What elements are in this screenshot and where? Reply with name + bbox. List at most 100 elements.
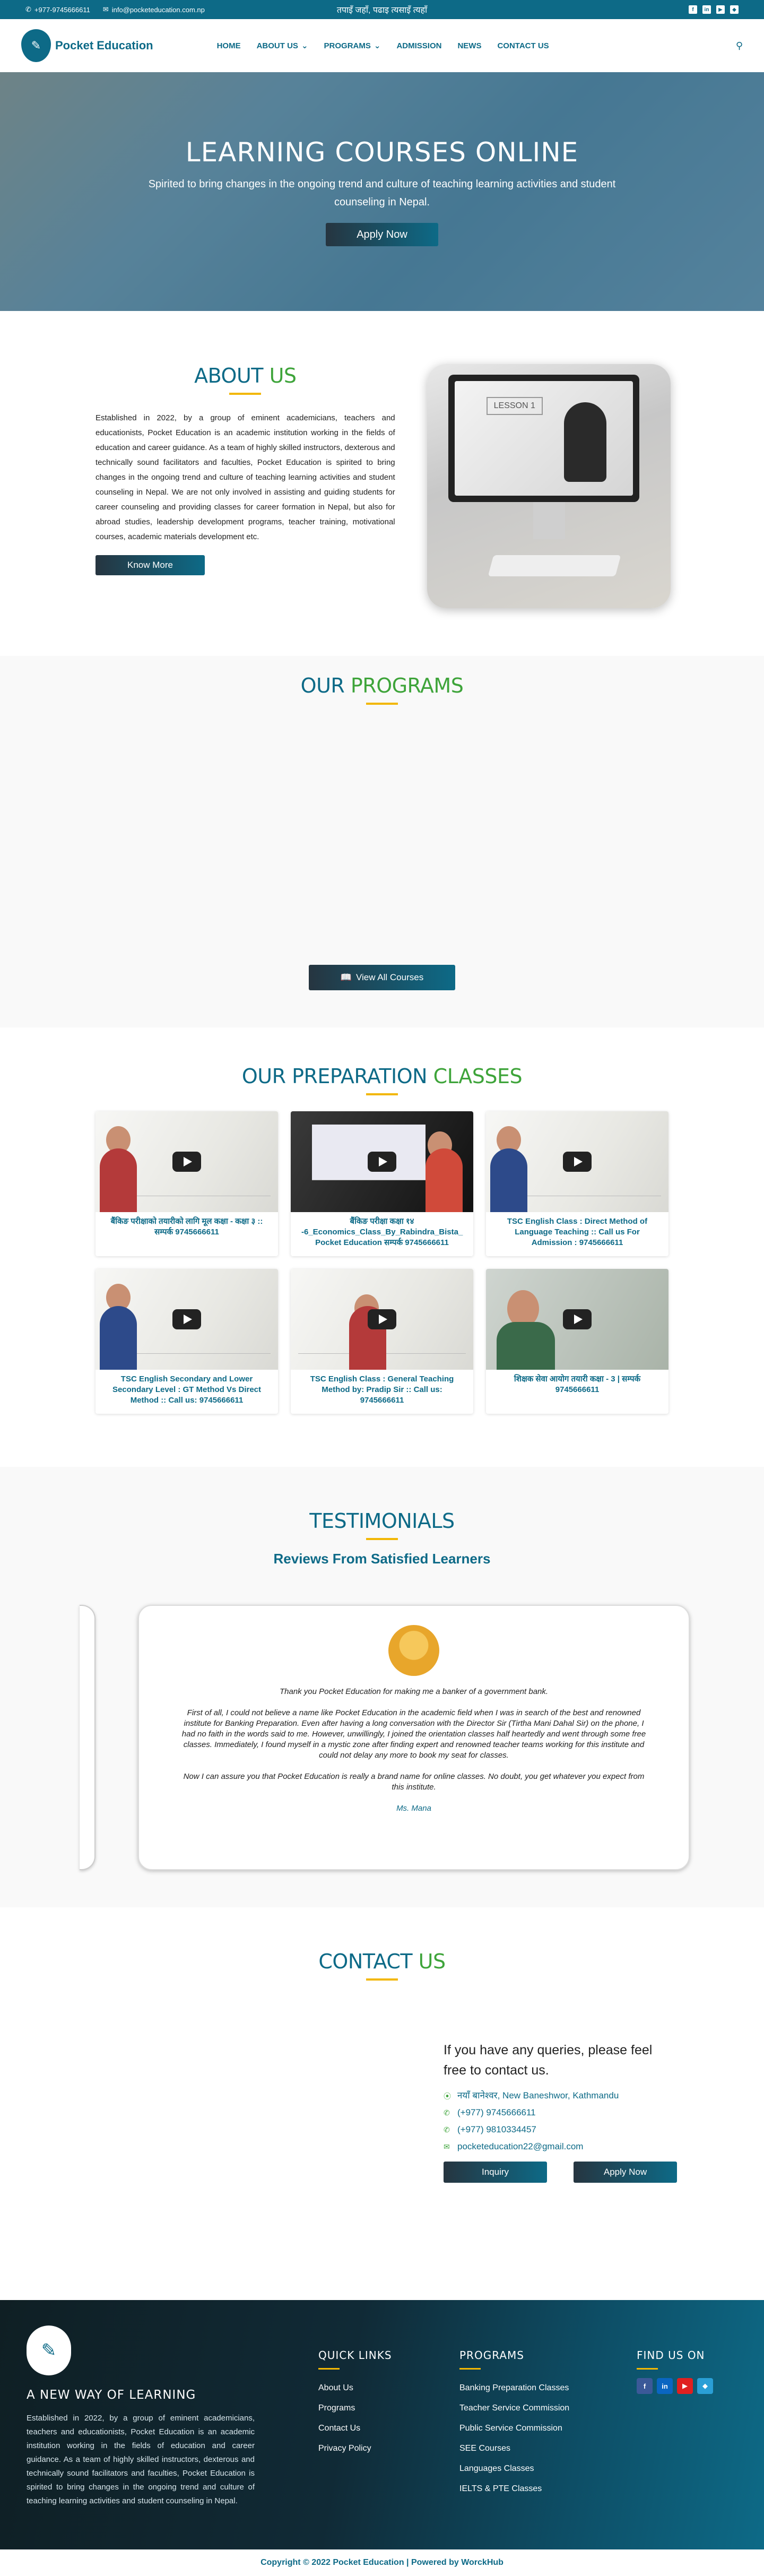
title-underline <box>366 1538 398 1540</box>
play-icon[interactable] <box>563 1309 592 1329</box>
play-icon[interactable] <box>368 1309 396 1329</box>
site-header: ✎ Pocket Education HOME ABOUT US ⌄ PROGRA… <box>0 19 764 72</box>
facebook-icon[interactable]: f <box>637 2378 653 2394</box>
logo-text: Pocket Education <box>55 39 153 52</box>
book-icon: 📖 <box>340 972 352 982</box>
video-title[interactable]: TSC English Class : General Teaching Met… <box>291 1370 473 1410</box>
footer-program-link[interactable]: SEE Courses <box>459 2439 569 2459</box>
location-icon: ⦿ <box>444 2091 451 2100</box>
footer-program-link[interactable]: Banking Preparation Classes <box>459 2378 569 2398</box>
footer-find-us: FIND US ON f in ▶ ◆ <box>637 2349 713 2394</box>
mail-icon: ✉ <box>444 2142 450 2151</box>
video-thumbnail[interactable] <box>96 1269 278 1370</box>
footer-program-link[interactable]: Languages Classes <box>459 2459 569 2479</box>
testimonials-title: TESTIMONIALS <box>309 1509 455 1533</box>
site-footer: ✎ A NEW WAY OF LEARNING Established in 2… <box>0 2300 764 2549</box>
linkedin-icon[interactable]: in <box>657 2378 673 2394</box>
video-title[interactable]: बैंकिङ परीक्षा कक्षा १४ -6_Economics_Cla… <box>291 1212 473 1252</box>
video-card[interactable]: TSC English Secondary and Lower Secondar… <box>96 1269 278 1414</box>
site-logo[interactable]: ✎ Pocket Education <box>21 29 153 62</box>
video-card[interactable]: TSC English Class : Direct Method of Lan… <box>486 1111 668 1256</box>
about-image: LESSON 1 <box>427 364 671 608</box>
linkedin-icon[interactable]: in <box>702 5 711 14</box>
avatar <box>388 1625 439 1676</box>
telegram-icon[interactable]: ◆ <box>730 5 739 14</box>
title-underline <box>366 1978 398 1981</box>
nav-home[interactable]: HOME <box>217 41 241 50</box>
nav-contact-us[interactable]: CONTACT US <box>497 41 549 50</box>
play-icon[interactable] <box>563 1152 592 1172</box>
copyright: Copyright © 2022 Pocket Education | Powe… <box>261 2558 503 2567</box>
testimonial-body: First of all, I could not believe a name… <box>181 1708 646 1760</box>
hero-title: LEARNING COURSES ONLINE <box>185 137 579 168</box>
phone-icon: ✆ <box>444 2125 450 2134</box>
video-card[interactable]: शिक्षक सेवा आयोग तयारी कक्षा - 3 | सम्पर… <box>486 1269 668 1414</box>
video-title[interactable]: TSC English Class : Direct Method of Lan… <box>486 1212 668 1252</box>
chevron-down-icon: ⌄ <box>374 41 381 50</box>
apply-now-button[interactable]: Apply Now <box>574 2162 677 2183</box>
hero-subtitle: Spirited to bring changes in the ongoing… <box>148 178 616 208</box>
footer-program-link[interactable]: IELTS & PTE Classes <box>459 2479 569 2499</box>
youtube-icon[interactable]: ▶ <box>716 5 725 14</box>
footer-quick-links: QUICK LINKS About Us Programs Contact Us… <box>318 2349 392 2459</box>
contact-heading: If you have any queries, please feel fre… <box>444 2043 653 2078</box>
facebook-icon[interactable]: f <box>689 5 697 14</box>
footer-logo-icon[interactable]: ✎ <box>27 2326 71 2375</box>
prep-title: OUR PREPARATION CLASSES <box>241 1065 523 1088</box>
contact-email[interactable]: ✉ pocketeducation22@gmail.com <box>444 2141 677 2152</box>
about-section: ABOUT US Established in 2022, by a group… <box>0 311 764 656</box>
video-title[interactable]: बैंकिङ परीक्षाको तयारीको लागि मूल कक्षा … <box>96 1212 278 1242</box>
nav-programs[interactable]: PROGRAMS ⌄ <box>324 41 381 51</box>
nav-news[interactable]: NEWS <box>457 41 481 50</box>
video-card[interactable]: बैंकिङ परीक्षाको तयारीको लागि मूल कक्षा … <box>96 1111 278 1256</box>
footer-link-programs[interactable]: Programs <box>318 2398 392 2418</box>
video-thumbnail[interactable] <box>486 1269 668 1370</box>
apply-now-button[interactable]: Apply Now <box>326 223 438 246</box>
know-more-button[interactable]: Know More <box>96 555 205 575</box>
footer-link-privacy[interactable]: Privacy Policy <box>318 2439 392 2459</box>
video-card[interactable]: TSC English Class : General Teaching Met… <box>291 1269 473 1414</box>
testimonial-card-previous[interactable] <box>80 1605 96 1870</box>
mail-icon: ✉ <box>102 5 109 13</box>
video-thumbnail[interactable] <box>291 1111 473 1212</box>
title-underline <box>229 393 262 395</box>
contact-phone-1[interactable]: ✆ (+977) 9745666611 <box>444 2107 677 2118</box>
footer-program-link[interactable]: Public Service Commission <box>459 2418 569 2439</box>
monitor-illustration: LESSON 1 <box>448 375 639 502</box>
telegram-icon[interactable]: ◆ <box>697 2378 713 2394</box>
video-thumbnail[interactable] <box>96 1111 278 1212</box>
footer-programs: PROGRAMS Banking Preparation Classes Tea… <box>459 2349 569 2499</box>
search-icon[interactable]: ⚲ <box>736 40 743 51</box>
footer-link-about[interactable]: About Us <box>318 2378 392 2398</box>
contact-address: ⦿ नयाँ बानेश्वर, New Baneshwor, Kathmandu <box>444 2090 619 2100</box>
title-underline <box>366 1093 398 1095</box>
inquiry-button[interactable]: Inquiry <box>444 2162 547 2183</box>
contact-phone-2[interactable]: ✆ (+977) 9810334457 <box>444 2124 677 2135</box>
youtube-icon[interactable]: ▶ <box>677 2378 693 2394</box>
title-underline <box>366 703 398 705</box>
logo-mark-icon: ✎ <box>21 29 51 62</box>
video-title[interactable]: TSC English Secondary and Lower Secondar… <box>96 1370 278 1410</box>
topbar-slogan: तपाइँ जहाँ, पढाइ त्यसाइँ त्यहाँ <box>336 6 428 15</box>
video-thumbnail[interactable] <box>486 1111 668 1212</box>
topbar-phone[interactable]: ✆ +977-9745666611 <box>25 5 90 14</box>
video-title[interactable]: शिक्षक सेवा आयोग तयारी कक्षा - 3 | सम्पर… <box>486 1370 668 1399</box>
testimonial-closing: Now I can assure you that Pocket Educati… <box>183 1772 645 1792</box>
play-icon[interactable] <box>172 1309 201 1329</box>
video-card[interactable]: बैंकिङ परीक्षा कक्षा १४ -6_Economics_Cla… <box>291 1111 473 1256</box>
footer-link-contact[interactable]: Contact Us <box>318 2418 392 2439</box>
testimonial-line1: Thank you Pocket Education for making me… <box>279 1687 549 1696</box>
testimonials-section: TESTIMONIALS Reviews From Satisfied Lear… <box>0 1467 764 1907</box>
about-text: Established in 2022, by a group of emine… <box>96 413 395 541</box>
play-icon[interactable] <box>368 1152 396 1172</box>
nav-admission[interactable]: ADMISSION <box>396 41 441 50</box>
footer-program-link[interactable]: Teacher Service Commission <box>459 2398 569 2418</box>
programs-section: OUR PROGRAMS 📖 View All Courses <box>0 656 764 1027</box>
video-thumbnail[interactable] <box>291 1269 473 1370</box>
play-icon[interactable] <box>172 1152 201 1172</box>
phone-icon: ✆ <box>444 2108 450 2117</box>
nav-about-us[interactable]: ABOUT US ⌄ <box>257 41 308 51</box>
topbar-email[interactable]: ✉ info@pocketeducation.com.np <box>103 5 205 14</box>
testimonial-card: Thank you Pocket Education for making me… <box>138 1605 690 1870</box>
view-all-courses-button[interactable]: 📖 View All Courses <box>309 965 455 990</box>
